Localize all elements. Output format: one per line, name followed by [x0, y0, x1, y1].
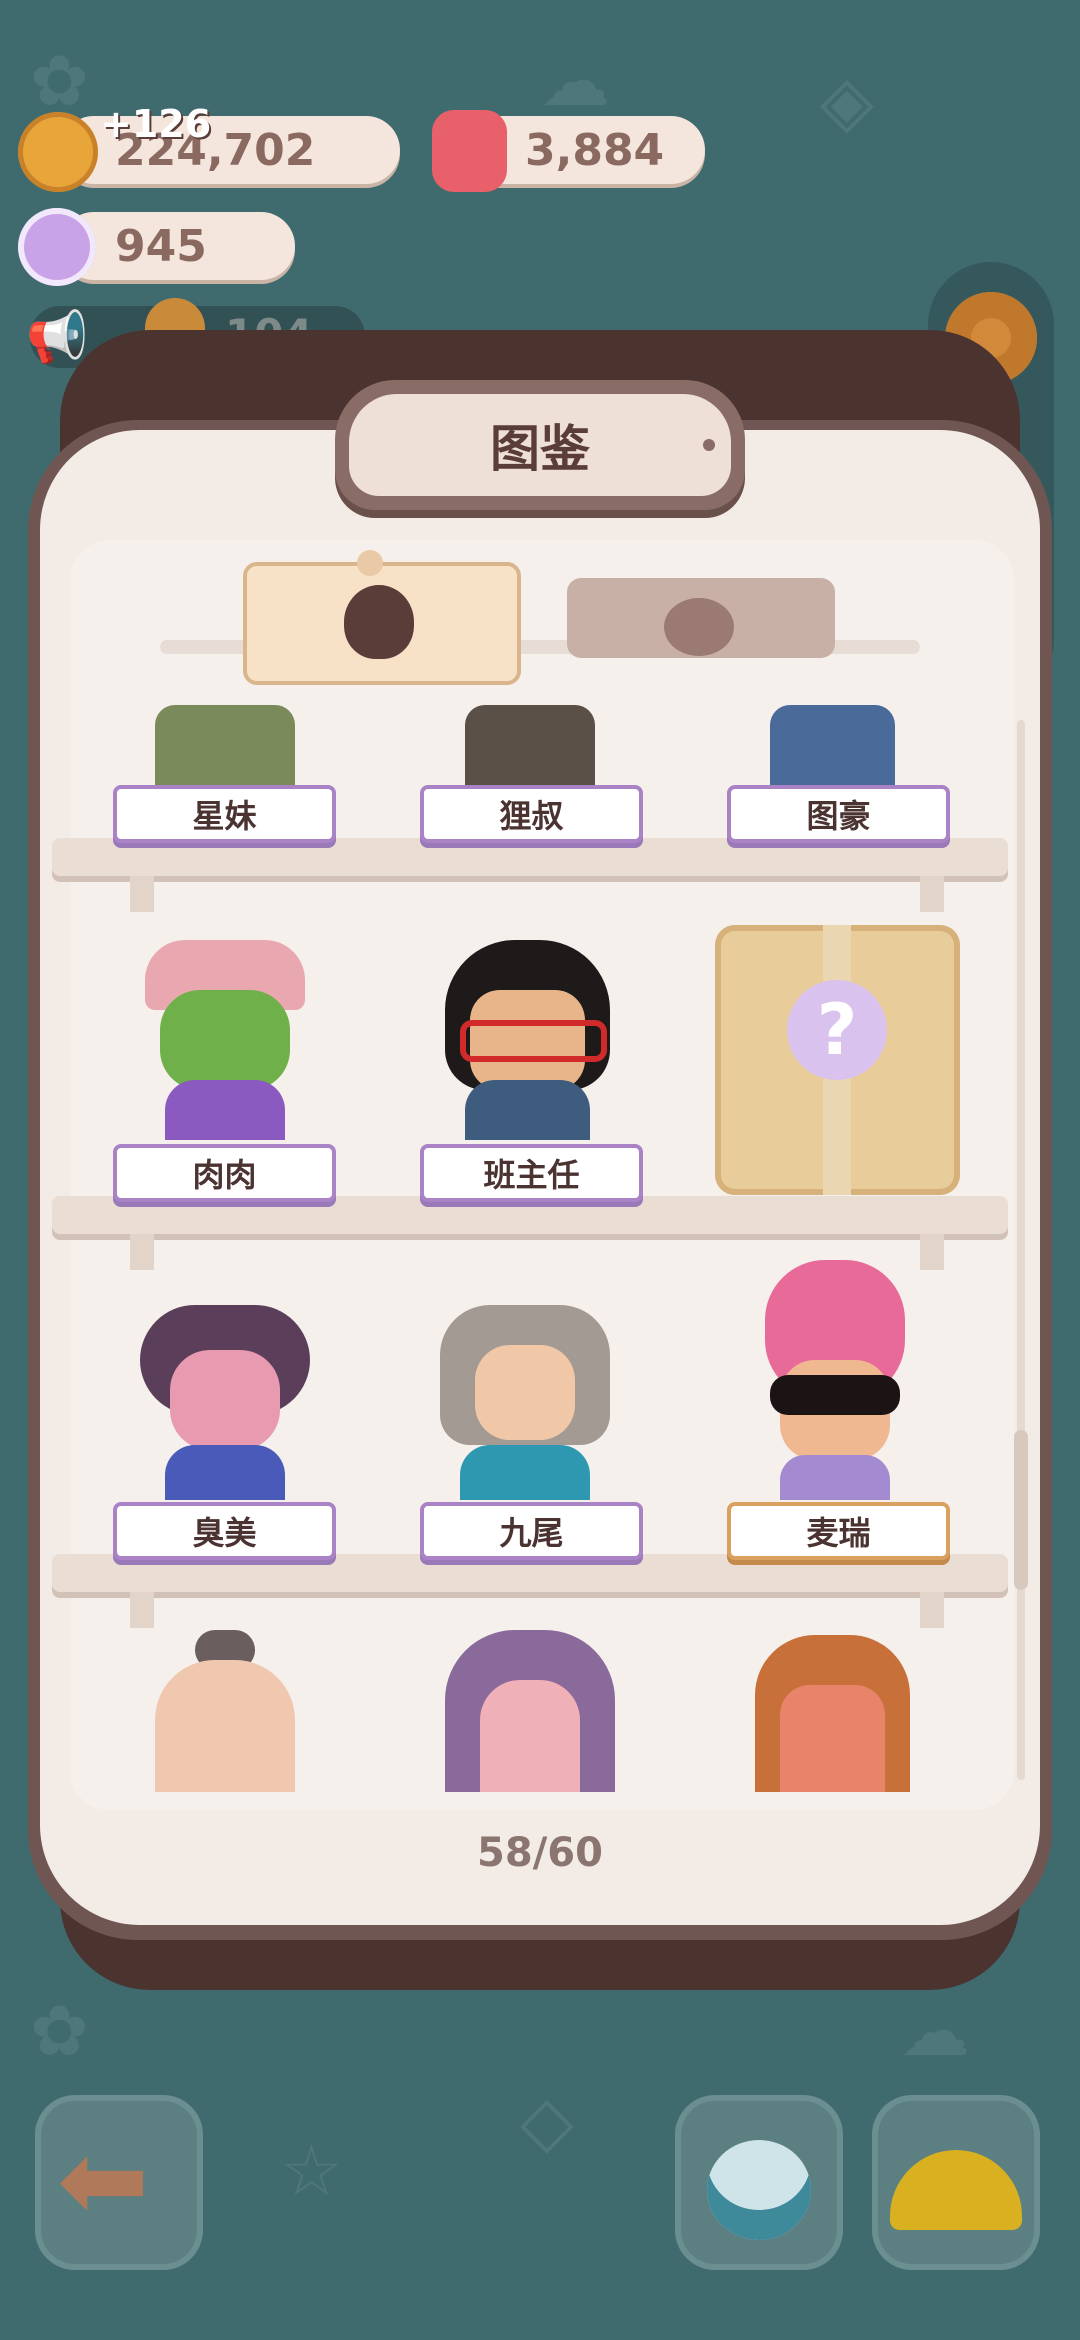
locked-character-package[interactable]: ?	[715, 925, 960, 1195]
background-doodle-icon: ✿	[30, 40, 89, 122]
character-name-label[interactable]: 狸叔	[420, 785, 643, 843]
character-name-label[interactable]: 九尾	[420, 1502, 643, 1560]
character-name-label[interactable]: 肉肉	[113, 1144, 336, 1202]
jelly-icon	[432, 110, 507, 192]
character-name-label[interactable]: 臭美	[113, 1502, 336, 1560]
background-doodle-icon: ☁	[540, 40, 610, 122]
character-portrait[interactable]	[145, 940, 305, 1140]
panel-title: 图鉴	[349, 394, 731, 496]
potion-button[interactable]	[675, 2095, 843, 2270]
character-face-icon	[344, 585, 414, 659]
title-plate: 图鉴	[335, 380, 745, 510]
hard-hat-icon	[890, 2150, 1022, 2230]
scrollbar-track[interactable]	[1017, 720, 1025, 1780]
character-portrait[interactable]	[465, 705, 595, 795]
character-portrait[interactable]	[760, 1260, 910, 1500]
question-mark-icon: ?	[787, 980, 887, 1080]
character-portrait[interactable]	[155, 705, 295, 795]
cookie-gain: +126	[100, 102, 212, 146]
character-portrait[interactable]	[445, 1620, 615, 1792]
collection-counter: 58/60	[477, 1830, 603, 1876]
close-icon	[357, 550, 383, 576]
character-name-label[interactable]: 图豪	[727, 785, 950, 843]
jelly-count: 3,884	[525, 124, 665, 176]
pet-face-icon	[664, 598, 734, 656]
back-button[interactable]: ⬅	[35, 2095, 203, 2270]
character-portrait[interactable]	[140, 1305, 310, 1500]
helmet-button[interactable]	[872, 2095, 1040, 2270]
potion-icon	[707, 2140, 811, 2240]
cookie-icon	[18, 112, 98, 192]
character-portrait[interactable]	[770, 705, 895, 795]
background-doodle-icon: ☆	[280, 2130, 343, 2212]
character-name-label[interactable]: 麦瑞	[727, 1502, 950, 1560]
back-arrow-icon: ⬅	[57, 2116, 150, 2244]
character-portrait[interactable]	[150, 1630, 300, 1792]
crystal-count: 945	[115, 220, 207, 272]
character-portrait[interactable]	[440, 1305, 610, 1500]
background-doodle-icon: ✿	[30, 1990, 89, 2072]
background-doodle-icon: ☁	[900, 1990, 970, 2072]
background-doodle-icon: ◈	[820, 60, 874, 142]
megaphone-icon: 📢	[26, 308, 89, 366]
crystal-icon	[18, 208, 96, 286]
background-doodle-icon: ◇	[520, 2080, 574, 2162]
character-name-label[interactable]: 星妹	[113, 785, 336, 843]
character-name-label[interactable]: 班主任	[420, 1144, 643, 1202]
character-portrait[interactable]	[445, 940, 610, 1140]
shelf	[52, 838, 1008, 876]
character-portrait[interactable]	[745, 1635, 920, 1792]
scrollbar-thumb[interactable]	[1014, 1430, 1028, 1590]
